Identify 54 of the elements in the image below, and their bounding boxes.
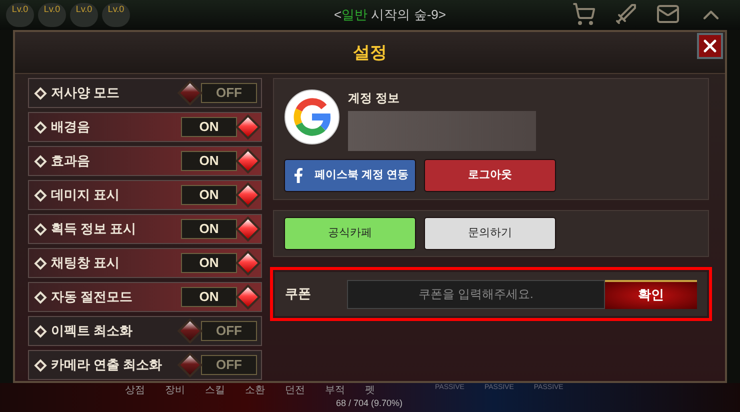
bullet-icon (34, 188, 47, 202)
exp-readout: 68 / 704 (9.70%) (336, 397, 403, 410)
inquiry-button[interactable]: 문의하기 (424, 217, 556, 250)
diamond-knob-icon (177, 318, 203, 344)
setting-label: 저사양 모드 (51, 84, 120, 102)
sword-icon[interactable] (614, 2, 638, 26)
setting-label: 효과음 (51, 152, 90, 170)
menu-tab[interactable]: 소환 (245, 383, 265, 398)
account-heading: 계정 정보 (348, 90, 400, 107)
diamond-knob-icon (235, 284, 261, 310)
diamond-knob-icon (235, 250, 261, 276)
menu-tab[interactable]: 던전 (285, 383, 305, 398)
diamond-knob-icon (177, 80, 203, 106)
mail-icon[interactable] (656, 2, 680, 26)
logout-button[interactable]: 로그아웃 (424, 159, 556, 192)
menu-tab[interactable]: 스킬 (205, 383, 225, 398)
dialog-title: 설정 (353, 42, 387, 64)
bullet-icon (34, 86, 47, 100)
coupon-label: 쿠폰 (285, 285, 312, 304)
official-cafe-button[interactable]: 공식카페 (284, 217, 416, 250)
bullet-icon (34, 290, 47, 304)
level-badge: Lv.0 (70, 3, 98, 27)
bullet-icon (34, 324, 47, 338)
setting-label: 데미지 표시 (51, 186, 120, 204)
facebook-link-button[interactable]: 페이스북 계정 연동 (284, 159, 416, 192)
diamond-knob-icon (235, 182, 261, 208)
bullet-icon (34, 222, 47, 236)
diamond-knob-icon (235, 148, 261, 174)
setting-label: 카메라 연출 최소화 (51, 356, 162, 374)
setting-label: 배경음 (51, 118, 90, 136)
bullet-icon (34, 358, 47, 372)
setting-label: 채팅창 표시 (51, 254, 120, 272)
coupon-input[interactable]: 쿠폰을 입력해주세요. (347, 280, 605, 308)
setting-label: 이펙트 최소화 (51, 322, 133, 340)
confirm-button[interactable]: 확인 (605, 280, 697, 308)
google-logo-icon (284, 89, 340, 145)
diamond-knob-icon (235, 216, 261, 242)
menu-tab[interactable]: 장비 (165, 383, 185, 398)
menu-tab[interactable]: 상점 (125, 383, 145, 398)
location-title: <일반 시작의 숲-9> (334, 6, 446, 24)
menu-tab[interactable]: 펫 (365, 383, 375, 398)
bullet-icon (34, 120, 47, 134)
menu-tab[interactable]: 부적 (325, 383, 345, 398)
diamond-knob-icon (235, 114, 261, 140)
shop-cart-icon[interactable] (572, 2, 596, 26)
setting-label: 자동 절전모드 (51, 288, 133, 306)
bullet-icon (34, 256, 47, 270)
setting-label: 획득 정보 표시 (51, 220, 136, 238)
bullet-icon (34, 154, 47, 168)
diamond-knob-icon (177, 352, 203, 378)
close-button[interactable] (697, 33, 723, 59)
level-badge: Lv.0 (38, 3, 66, 27)
level-badge: Lv.0 (102, 3, 130, 27)
level-badge: Lv.0 (6, 3, 34, 27)
